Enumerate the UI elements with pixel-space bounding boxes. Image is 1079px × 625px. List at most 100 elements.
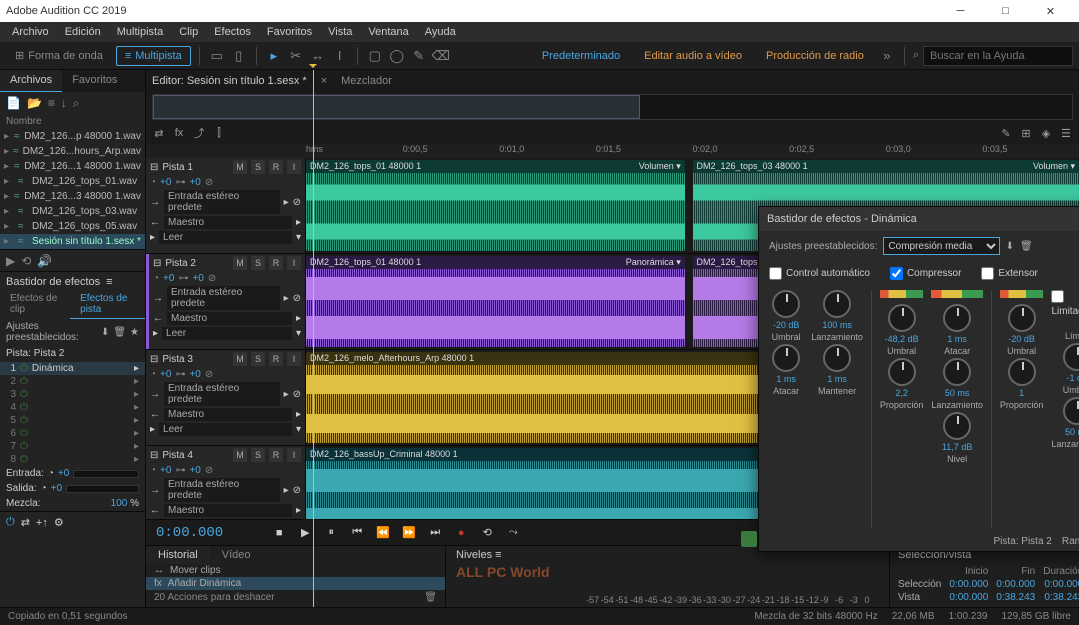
knob-value[interactable]: -20 dB <box>1008 334 1035 344</box>
stop-button[interactable]: ■ <box>269 523 289 543</box>
fx-slot[interactable]: 6⏻▸ <box>0 427 145 440</box>
minimize-button[interactable]: ─ <box>938 0 983 22</box>
tool-icon[interactable]: ⌫ <box>432 47 450 65</box>
track-pan[interactable]: +0 <box>189 465 200 476</box>
phase-icon[interactable]: ⊘ <box>208 273 216 284</box>
file-row[interactable]: ▸≈DM2_126_tops_01.wav <box>0 174 145 189</box>
track-s-button[interactable]: S <box>251 160 265 174</box>
fx-slot[interactable]: 4⏻▸ <box>0 401 145 414</box>
fx-slot[interactable]: 3⏻▸ <box>0 388 145 401</box>
fx-slot[interactable]: 5⏻▸ <box>0 414 145 427</box>
clip-tag[interactable]: Volumen ▾ <box>1033 161 1075 172</box>
selview-value[interactable]: 0:00.000 <box>996 579 1035 590</box>
chevron-icon[interactable]: ▸ <box>134 402 139 413</box>
expander-checkbox[interactable]: Extensor <box>981 267 1037 280</box>
file-row[interactable]: ▸≈Sesión sin título 1.sesx * <box>0 234 145 249</box>
track-r-button[interactable]: R <box>269 160 283 174</box>
tool-icon[interactable]: ✎ <box>410 47 428 65</box>
more-workspaces-icon[interactable]: » <box>878 47 896 65</box>
track-automation[interactable]: Leer <box>162 327 292 340</box>
vol-icon[interactable]: ◔ <box>150 177 156 188</box>
knob[interactable] <box>772 344 800 372</box>
chevron-icon[interactable]: ▸ <box>134 376 139 387</box>
knob-value[interactable]: 1 ms <box>776 374 796 384</box>
track-output[interactable]: Maestro <box>164 504 292 517</box>
add-icon[interactable]: +↑ <box>36 517 48 529</box>
timecode[interactable]: 0:00.000 <box>156 525 223 541</box>
track-m-button[interactable]: M <box>233 352 247 366</box>
vol-icon[interactable]: ◔ <box>150 465 156 476</box>
filter-icon[interactable]: ≡ <box>48 96 55 110</box>
clip[interactable]: DM2_126_tops_01 48000 1Panorámica ▾ <box>306 256 685 347</box>
knob[interactable] <box>823 344 851 372</box>
track-r-button[interactable]: R <box>269 256 283 270</box>
clip-tag[interactable]: Volumen ▾ <box>639 161 681 172</box>
eq-icon[interactable]: ⫿ <box>212 127 226 140</box>
settings-icon[interactable]: ☰ <box>1059 127 1073 140</box>
pan-icon[interactable]: ⊶ <box>175 465 185 476</box>
gain-icon[interactable]: ◔ <box>48 468 54 479</box>
workspace-av[interactable]: Editar audio a vídeo <box>644 50 742 62</box>
mix-value[interactable]: 100 <box>111 498 128 509</box>
slip-tool-icon[interactable]: ↔ <box>309 47 327 65</box>
knob-value[interactable]: 50 ms <box>945 388 970 398</box>
fx-slot[interactable]: 7⏻▸ <box>0 440 145 453</box>
knob[interactable] <box>888 304 916 332</box>
knob-value[interactable]: 1 <box>1019 388 1024 398</box>
panel-menu-icon[interactable]: ≡ <box>106 276 112 288</box>
chevron-icon[interactable]: ▸ <box>134 363 139 374</box>
track-collapse-icon[interactable]: ⊟ <box>150 450 158 461</box>
track-volume[interactable]: +0 <box>163 273 174 284</box>
fx-power-button[interactable] <box>741 531 757 547</box>
knob[interactable] <box>943 358 971 386</box>
track-i-button[interactable]: I <box>287 256 301 270</box>
knob[interactable] <box>1008 358 1036 386</box>
rec-arm-icon[interactable]: ⊘ <box>293 197 301 208</box>
track-input[interactable]: Entrada estéreo predete <box>164 190 280 214</box>
file-row[interactable]: ▸≈DM2_126...1 48000 1.wav <box>0 159 145 174</box>
file-row[interactable]: ▸≈DM2_126_tops_05.wav <box>0 219 145 234</box>
rewind-button[interactable]: ⏪ <box>373 523 393 543</box>
menu-favoritos[interactable]: Favoritos <box>259 26 320 38</box>
skip-button[interactable]: ⤳ <box>503 523 523 543</box>
track-r-button[interactable]: R <box>269 448 283 462</box>
play-icon[interactable]: ▶ <box>6 254 15 268</box>
track-volume[interactable]: +0 <box>160 177 171 188</box>
tool-icon[interactable]: ▭ <box>208 47 226 65</box>
rec-arm-icon[interactable]: ⊘ <box>293 293 301 304</box>
menu-edición[interactable]: Edición <box>57 26 109 38</box>
close-tab-icon[interactable]: × <box>321 75 327 87</box>
track-name[interactable]: Pista 1 <box>162 162 229 173</box>
time-tool-icon[interactable]: I <box>331 47 349 65</box>
knob[interactable] <box>943 304 971 332</box>
pan-icon[interactable]: ⊶ <box>175 177 185 188</box>
razor-tool-icon[interactable]: ✂ <box>287 47 305 65</box>
panel-menu-icon[interactable]: ≡ <box>495 549 501 561</box>
autoplay-icon[interactable]: 🔊 <box>37 254 52 268</box>
knob-value[interactable]: 100 ms <box>822 320 852 330</box>
selview-value[interactable]: 0:00.000 <box>949 579 988 590</box>
knob[interactable] <box>1063 397 1079 425</box>
track-pan[interactable]: +0 <box>192 273 203 284</box>
menu-efectos[interactable]: Efectos <box>206 26 259 38</box>
track-name[interactable]: Pista 4 <box>162 450 229 461</box>
track-input[interactable]: Entrada estéreo predete <box>164 478 280 502</box>
knob[interactable] <box>943 412 971 440</box>
save-preset-icon[interactable]: ⬇ <box>1006 241 1014 252</box>
marker-icon[interactable]: ◈ <box>1039 127 1053 140</box>
chevron-icon[interactable]: ▸ <box>134 454 139 465</box>
history-item[interactable]: fxAñadir Dinámica <box>146 577 445 590</box>
maximize-button[interactable]: □ <box>983 0 1028 22</box>
knob[interactable] <box>1008 304 1036 332</box>
multitrack-mode-button[interactable]: ≡Multipista <box>116 46 191 66</box>
track-m-button[interactable]: M <box>233 160 247 174</box>
slot-power-icon[interactable]: ⏻ <box>20 454 28 465</box>
workspace-default[interactable]: Predeterminado <box>542 50 620 62</box>
track-i-button[interactable]: I <box>287 160 301 174</box>
go-end-button[interactable]: ⏭ <box>425 523 445 543</box>
favorite-icon[interactable]: ★ <box>130 327 139 338</box>
output-gain[interactable]: +0 <box>51 483 62 494</box>
track-output[interactable]: Maestro <box>164 408 292 421</box>
waveform-mode-button[interactable]: ⊞Forma de onda <box>6 46 112 66</box>
open-file-icon[interactable]: 📂 <box>27 96 42 110</box>
